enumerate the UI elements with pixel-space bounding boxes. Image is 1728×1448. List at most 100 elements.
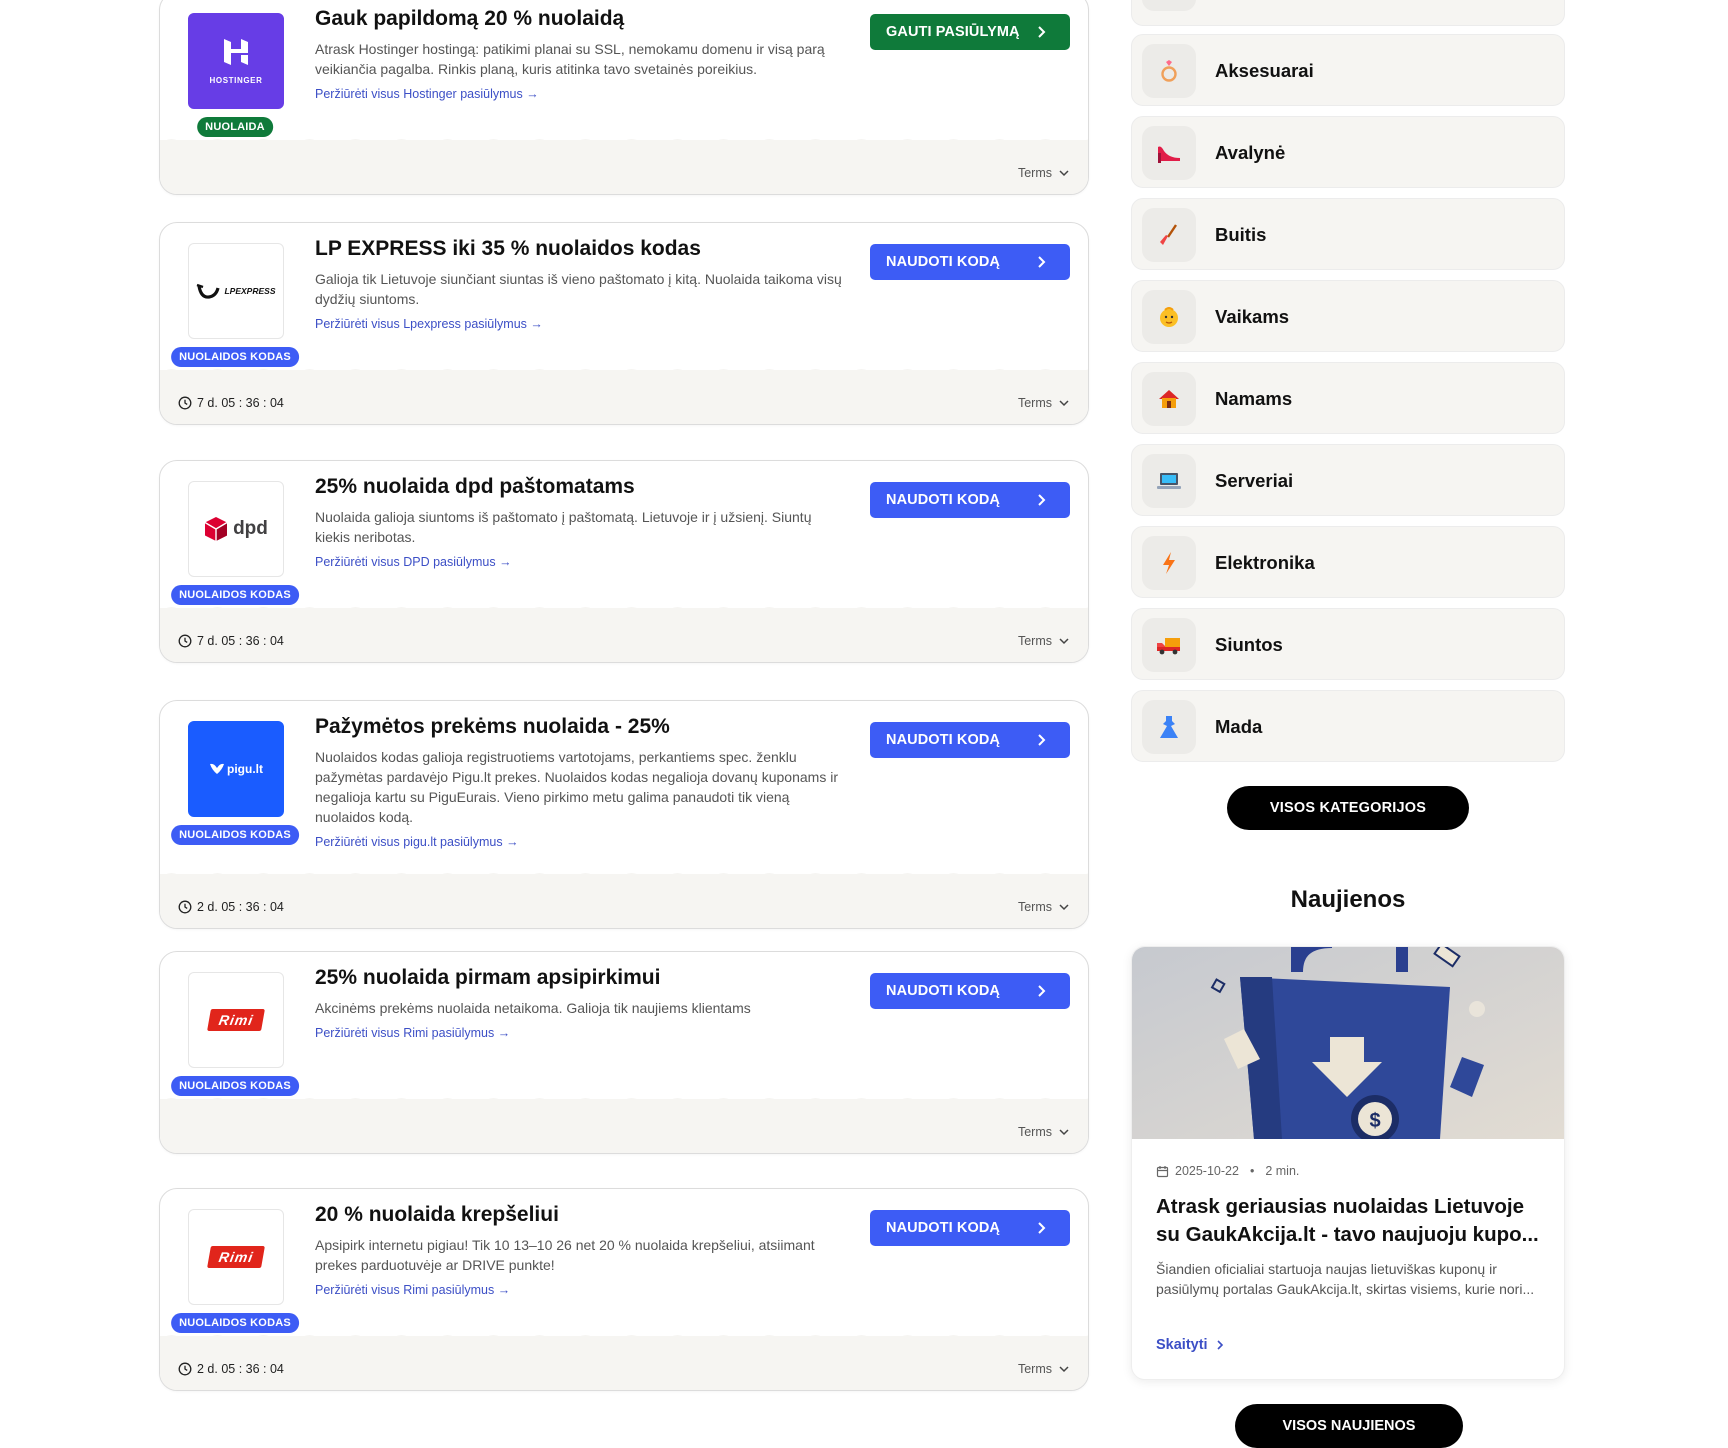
use-code-button[interactable]: NAUDOTI KODĄ [870,1210,1070,1246]
rimi-logo[interactable]: Rimi [188,972,284,1068]
logo-wordmark: LPEXPRESS [224,286,276,296]
pigu-logo[interactable]: pigu.lt [188,721,284,817]
hostinger-logo[interactable]: HOSTINGER [188,13,284,109]
offer-description-text: Nuolaida galioja siuntoms iš paštomato į… [315,509,812,545]
house-icon [1142,372,1196,426]
dpd-logo[interactable]: dpd [188,481,284,577]
all-news-button[interactable]: VISOS NAUJIENOS [1235,1404,1463,1448]
news-title[interactable]: Atrask geriausias nuolaidas Lietuvoje su… [1156,1193,1546,1249]
category-label: Vaikams [1215,306,1290,327]
category-item-partial[interactable] [1131,0,1565,26]
cta-label: NAUDOTI KODĄ [886,983,1000,999]
offer-card: 7 d. 05 : 36 : 04 Terms dpd NUOLAIDOS KO… [159,460,1089,663]
terms-label: Terms [1017,396,1052,410]
logo-wordmark: Rimi [206,1009,266,1031]
offer-store-link[interactable]: Peržiūrėti visus DPD pasiūlymus → [315,552,850,572]
terms-toggle[interactable]: Terms [1018,634,1070,648]
arrow-right-icon: → [526,87,539,101]
wave-divider [160,873,1088,888]
cta-label: NAUDOTI KODĄ [886,732,1000,748]
pigu-wing-icon [210,763,224,774]
use-code-button[interactable]: NAUDOTI KODĄ [870,244,1070,280]
offer-description-text: Akcinėms prekėms nuolaida netaikoma. Gal… [315,1000,751,1016]
category-item-aksesuarai[interactable]: Aksesuarai [1131,34,1565,106]
category-label: Mada [1215,716,1263,737]
wave-divider [160,1335,1088,1350]
offer-type-badge: NUOLAIDOS KODAS [171,585,299,605]
news-excerpt: Šiandien oficialiai startuoja naujas lie… [1156,1261,1535,1297]
offer-type-badge: NUOLAIDOS KODAS [171,825,299,845]
terms-toggle[interactable]: Terms [1018,1362,1070,1376]
logo-wordmark: HOSTINGER [209,76,263,85]
offer-title[interactable]: Pažymėtos prekėms nuolaida - 25% [315,715,670,739]
get-offer-button[interactable]: GAUTI PASIŪLYMĄ [870,14,1070,50]
category-item-siuntos[interactable]: Siuntos [1131,608,1565,680]
offer-title[interactable]: Gauk papildomą 20 % nuolaidą [315,7,624,31]
category-item-elektronika[interactable]: Elektronika [1131,526,1565,598]
logo-wordmark: pigu.lt [227,762,263,776]
all-categories-button[interactable]: VISOS KATEGORIJOS [1227,786,1469,830]
offer-type-badge: NUOLAIDA [197,117,273,137]
offer-store-link[interactable]: Peržiūrėti visus Lpexpress pasiūlymus → [315,314,850,334]
clock-icon [178,1362,192,1376]
lightning-icon [1142,536,1196,590]
offer-description: Atrask Hostinger hostingą: patikimi plan… [315,39,850,104]
logo-wordmark: dpd [233,518,268,539]
category-item-buitis[interactable]: Buitis [1131,198,1565,270]
countdown-value: 2 d. 05 : 36 : 04 [197,1362,284,1376]
terms-toggle[interactable]: Terms [1018,166,1070,180]
lpexpress-logo[interactable]: LPEXPRESS [188,243,284,339]
offer-title[interactable]: 25% nuolaida pirmam apsipirkimui [315,966,660,990]
terms-toggle[interactable]: Terms [1018,396,1070,410]
category-item-serveriai[interactable]: Serveriai [1131,444,1565,516]
calendar-icon [1156,1165,1169,1177]
offer-store-link[interactable]: Peržiūrėti visus pigu.lt pasiūlymus → [315,832,850,852]
card-footer: Terms [160,1098,1088,1153]
category-label: Aksesuarai [1215,60,1314,81]
offer-title[interactable]: 25% nuolaida dpd paštomatams [315,475,635,499]
category-item-namams[interactable]: Namams [1131,362,1565,434]
wave-divider [160,139,1088,154]
offer-type-badge: NUOLAIDOS KODAS [171,347,299,367]
chevron-down-icon [1059,170,1069,177]
category-item-avalyne[interactable]: Avalynė [1131,116,1565,188]
truck-icon [1142,618,1196,672]
offer-store-link-label: Peržiūrėti visus Rimi pasiūlymus [315,1026,495,1040]
terms-label: Terms [1017,166,1052,180]
use-code-button[interactable]: NAUDOTI KODĄ [870,973,1070,1009]
offer-title[interactable]: LP EXPRESS iki 35 % nuolaidos kodas [315,237,701,261]
category-label: Siuntos [1215,634,1283,655]
offer-description-text: Apsipirk internetu pigiau! Tik 10 13–10 … [315,1237,815,1273]
chevron-right-icon [1038,985,1046,997]
news-image-shopping-bag[interactable]: $ [1132,947,1565,1139]
offer-store-link[interactable]: Peržiūrėti visus Rimi pasiūlymus → [315,1280,850,1300]
offer-store-link[interactable]: Peržiūrėti visus Hostinger pasiūlymus → [315,84,850,104]
chevron-right-icon [1038,26,1046,38]
wave-divider [160,1098,1088,1113]
cta-label: NAUDOTI KODĄ [886,492,1000,508]
rimi-logo[interactable]: Rimi [188,1209,284,1305]
use-code-button[interactable]: NAUDOTI KODĄ [870,482,1070,518]
offer-card: Terms HOSTINGER NUOLAIDA Gauk papildomą … [159,0,1089,195]
chevron-down-icon [1059,1129,1069,1136]
offer-description: Galioja tik Lietuvoje siunčiant siuntas … [315,269,850,334]
offer-store-link[interactable]: Peržiūrėti visus Rimi pasiūlymus → [315,1023,850,1043]
news-card[interactable]: $ 2025-10-22 • 2 min. Atrask geriausias … [1131,946,1565,1380]
svg-text:$: $ [1369,1110,1380,1132]
offer-title[interactable]: 20 % nuolaida krepšeliui [315,1203,559,1227]
terms-toggle[interactable]: Terms [1018,1125,1070,1139]
category-item-mada[interactable]: Mada [1131,690,1565,762]
read-more-link[interactable]: Skaityti [1156,1337,1226,1353]
offer-description: Nuolaida galioja siuntoms iš paštomato į… [315,507,850,572]
cta-label: NAUDOTI KODĄ [886,254,1000,270]
offer-card: 7 d. 05 : 36 : 04 Terms LPEXPRESS NUOLAI… [159,222,1089,425]
countdown-value: 7 d. 05 : 36 : 04 [197,396,284,410]
terms-toggle[interactable]: Terms [1018,900,1070,914]
high-heel-icon [1142,126,1196,180]
chevron-right-icon [1038,734,1046,746]
category-item-vaikams[interactable]: Vaikams [1131,280,1565,352]
use-code-button[interactable]: NAUDOTI KODĄ [870,722,1070,758]
offer-type-badge: NUOLAIDOS KODAS [171,1076,299,1096]
chevron-down-icon [1059,904,1069,911]
category-icon [1142,0,1196,11]
